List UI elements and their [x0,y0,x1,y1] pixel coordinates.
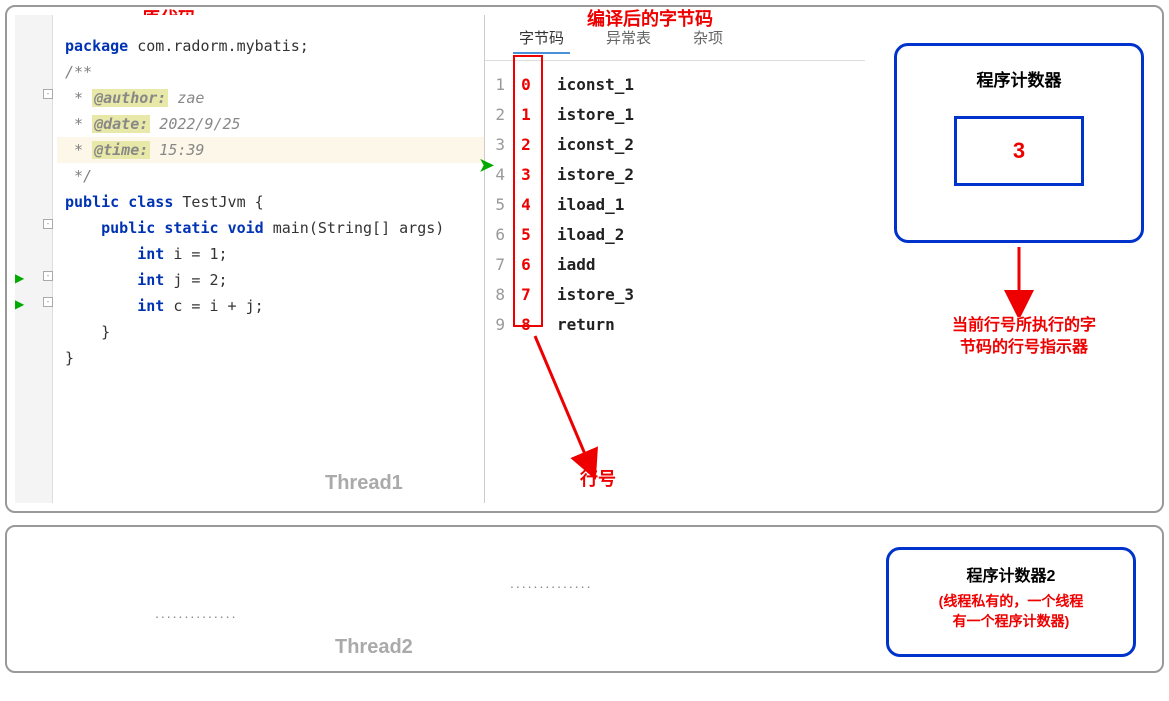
program-counter-2-box: 程序计数器2 (线程私有的，一个线程有一个程序计数器) [886,547,1136,657]
editor-gutter: - - - - ▶ ▶ [15,15,53,503]
fold-icon[interactable]: - [43,89,53,99]
code-line: public class TestJvm { [57,189,484,215]
lineno-label: 行号 [580,465,616,491]
bc-lineno: 6 [485,225,513,244]
code-line: * @author: zae [57,85,484,111]
run-marker-icon[interactable]: ▶ [15,297,24,311]
fold-icon[interactable]: - [43,297,53,307]
bc-offset: 6 [513,255,539,274]
bc-offset: 2 [513,135,539,154]
bc-offset: 5 [513,225,539,244]
bc-instruction: istore_1 [539,105,634,124]
pc-value-box: 3 [954,116,1084,186]
bytecode-row: 65iload_2 [485,219,865,249]
bc-instruction: iload_2 [539,225,624,244]
ellipsis: .............. [510,575,592,591]
bytecode-row: 32iconst_2 [485,129,865,159]
bc-lineno: 7 [485,255,513,274]
pc-description: 当前行号所执行的字节码的行号指示器 [909,315,1139,360]
ellipsis: .............. [155,605,237,621]
source-code-area: - - - - ▶ ▶ package com.radorm.mybatis; … [15,15,485,503]
bc-lineno: 9 [485,315,513,334]
pc-value: 3 [1013,138,1025,164]
bc-lineno: 8 [485,285,513,304]
pc-area: 程序计数器 3 当前行号所执行的字节码的行号指示器 [865,15,1154,503]
tab-bytecode[interactable]: 字节码 [513,23,570,54]
code-line: */ [57,163,484,189]
bc-lineno: 1 [485,75,513,94]
code-line: } [57,345,484,371]
thread2-panel: .............. .............. Thread2 程序… [5,525,1164,673]
bc-offset: 7 [513,285,539,304]
bc-instruction: iconst_1 [539,75,634,94]
bc-lineno: 2 [485,105,513,124]
bytecode-row: 21istore_1 [485,99,865,129]
bc-instruction: iload_1 [539,195,624,214]
bc-offset: 1 [513,105,539,124]
pc2-description: (线程私有的，一个线程有一个程序计数器) [901,592,1121,631]
bc-lineno: 3 [485,135,513,154]
bc-lineno: 5 [485,195,513,214]
bc-instruction: iadd [539,255,596,274]
pc2-title: 程序计数器2 [901,562,1121,586]
bytecode-row: 76iadd [485,249,865,279]
bc-offset: 3 [513,165,539,184]
arrow-to-lineno-icon [530,331,610,481]
bc-instruction: istore_2 [539,165,634,184]
code-line: int c = i + j; [57,293,484,319]
bc-offset: 0 [513,75,539,94]
bytecode-rows: 10iconst_121istore_132iconst_243istore_2… [485,61,865,339]
code-line: /** [57,59,484,85]
program-counter-box: 程序计数器 3 [894,43,1144,243]
run-marker-icon[interactable]: ▶ [15,271,24,285]
bc-offset: 4 [513,195,539,214]
tab-misc[interactable]: 杂项 [687,23,729,54]
code-line: * @date: 2022/9/25 [57,111,484,137]
thread2-label: Thread2 [335,636,413,659]
code-line: * @time: 15:39 [57,137,484,163]
bytecode-row: 43istore_2 [485,159,865,189]
code-line: public static void main(String[] args) [57,215,484,241]
code-line: int j = 2; [57,267,484,293]
tab-exception[interactable]: 异常表 [600,23,657,54]
thread1-panel: 原代码 编译后的字节码 - - - - ▶ ▶ package com.rado… [5,5,1164,513]
bc-instruction: iconst_2 [539,135,634,154]
bc-lineno: 4 [485,165,513,184]
code-line: package com.radorm.mybatis; [57,33,484,59]
code-line: int i = 1; [57,241,484,267]
fold-icon[interactable]: - [43,219,53,229]
bytecode-row: 54iload_1 [485,189,865,219]
fold-icon[interactable]: - [43,271,53,281]
bytecode-area: 字节码 异常表 杂项 ➤ 10iconst_121istore_132icons… [485,15,865,503]
thread1-label: Thread1 [325,472,403,495]
bytecode-row: 10iconst_1 [485,69,865,99]
bc-instruction: istore_3 [539,285,634,304]
pc-title: 程序计数器 [907,66,1131,91]
bytecode-row: 87istore_3 [485,279,865,309]
arrow-pc-desc-icon [1004,247,1034,317]
code-line: } [57,319,484,345]
